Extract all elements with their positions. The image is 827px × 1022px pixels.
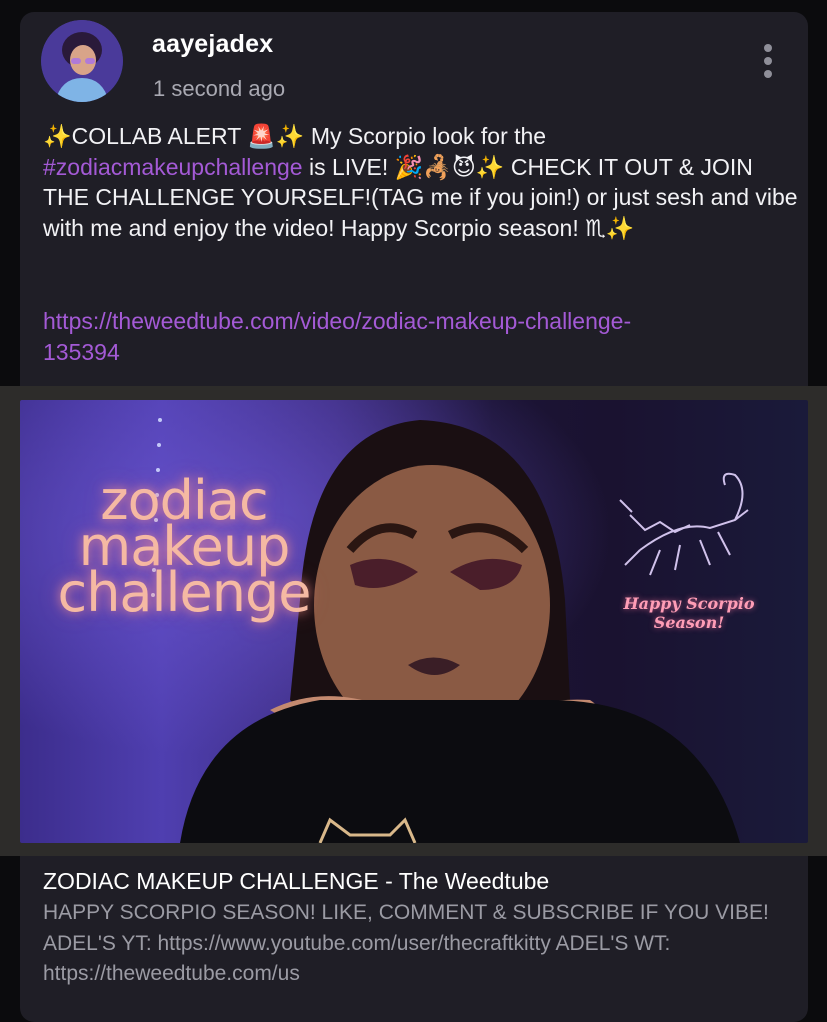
author-avatar[interactable]	[41, 20, 123, 102]
post-timestamp[interactable]: 1 second ago	[153, 76, 285, 102]
more-vertical-icon[interactable]	[755, 40, 781, 84]
post-body: ✨COLLAB ALERT 🚨✨ My Scorpio look for the…	[43, 121, 798, 243]
preview-title[interactable]: ZODIAC MAKEUP CHALLENGE - The Weedtube	[43, 868, 549, 895]
author-username[interactable]: aayejadex	[152, 30, 273, 59]
post-text-part1: ✨COLLAB ALERT 🚨✨ My Scorpio look for the	[43, 123, 547, 149]
hashtag-link[interactable]: #zodiacmakeupchallenge	[43, 154, 303, 180]
post-url-link[interactable]: https://theweedtube.com/video/zodiac-mak…	[43, 306, 643, 367]
thumbnail-title-text: zodiac makeup challenge	[57, 469, 312, 624]
avatar-image	[41, 20, 123, 102]
preview-description: HAPPY SCORPIO SEASON! LIKE, COMMENT & SU…	[43, 901, 769, 985]
thumbnail-script-text: Happy Scorpio Season!	[623, 594, 755, 632]
